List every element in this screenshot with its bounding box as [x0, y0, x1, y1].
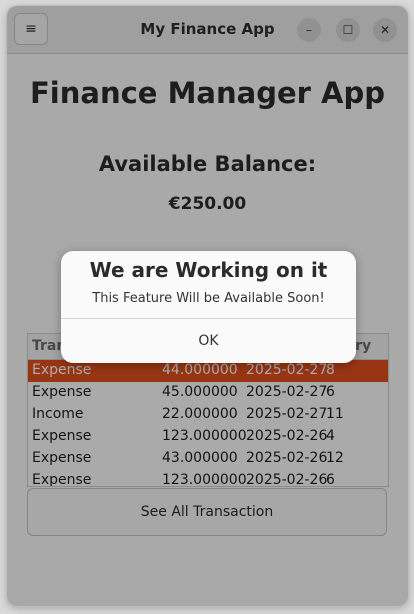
ok-button[interactable]: OK	[61, 319, 356, 363]
dialog-message: This Feature Will be Available Soon!	[92, 291, 325, 306]
dialog-title: We are Working on it	[89, 258, 328, 282]
info-dialog: We are Working on it This Feature Will b…	[61, 251, 356, 363]
